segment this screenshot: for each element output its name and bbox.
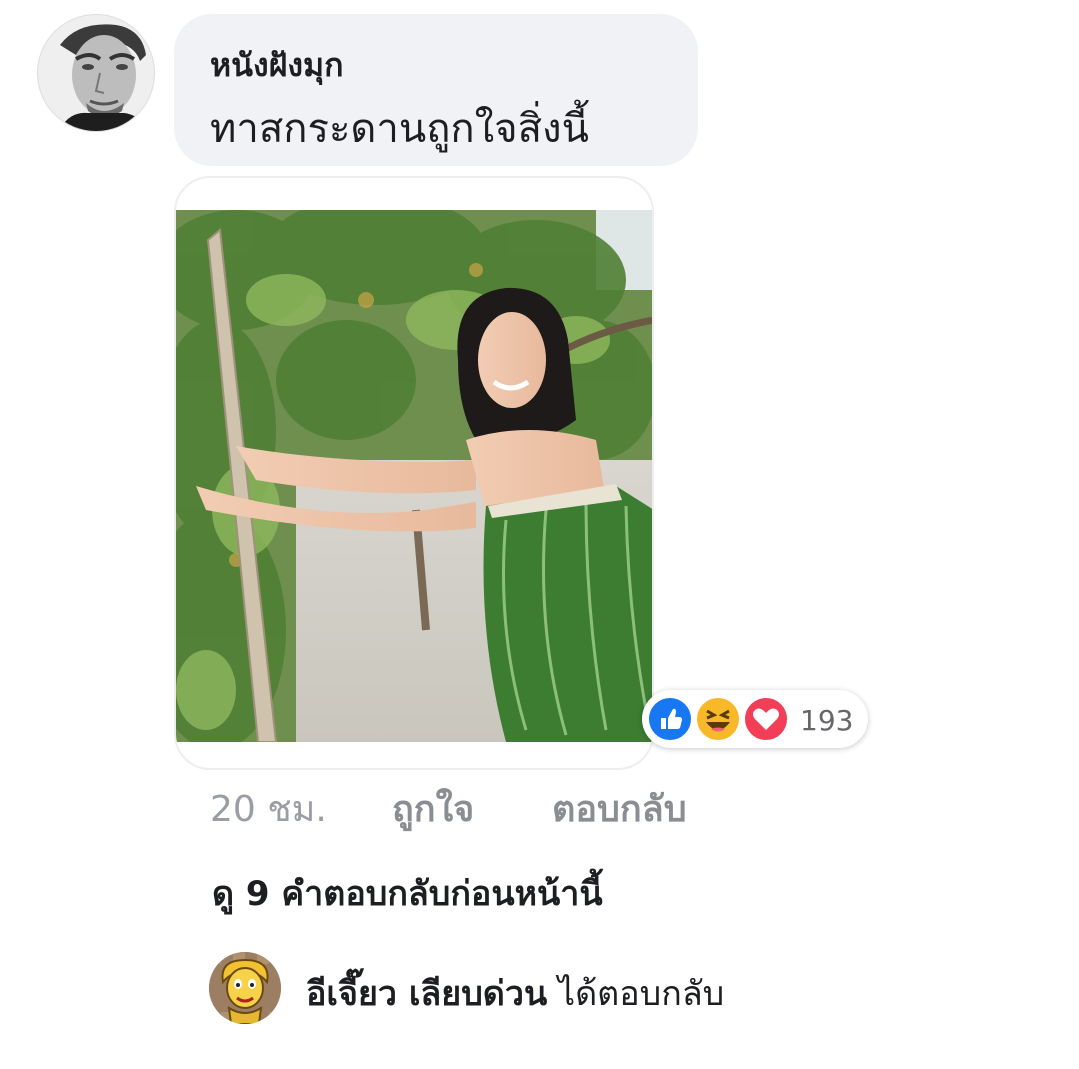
- commenter-avatar[interactable]: [37, 14, 155, 132]
- comment-photo[interactable]: [176, 210, 654, 742]
- reaction-count: 193: [800, 704, 854, 737]
- reply-avatar[interactable]: [209, 952, 281, 1024]
- comment-timestamp: 20 ชม.: [210, 789, 327, 830]
- like-icon: [646, 695, 694, 743]
- comment-author[interactable]: หนังฝังมุก: [210, 40, 343, 91]
- love-icon: [742, 695, 790, 743]
- reactions-summary[interactable]: 193: [642, 690, 868, 748]
- comment-photo-attachment[interactable]: [174, 176, 654, 770]
- comment-bubble: หนังฝังมุก ทาสกระดานถูกใจสิ่งนี้: [174, 14, 698, 166]
- reply-author[interactable]: อีเจี๊ยว เลียบด่วน: [306, 974, 547, 1014]
- reply-link[interactable]: ตอบกลับ: [552, 780, 687, 837]
- comment-text: ทาสกระดานถูกใจสิ่งนี้: [210, 106, 589, 152]
- like-link[interactable]: ถูกใจ: [392, 780, 474, 837]
- reply-preview[interactable]: อีเจี๊ยว เลียบด่วน ได้ตอบกลับ: [306, 966, 724, 1020]
- reply-action-text: ได้ตอบกลับ: [558, 974, 725, 1014]
- view-previous-replies-link[interactable]: ดู 9 คำตอบกลับก่อนหน้านี้: [212, 866, 603, 920]
- haha-icon: [694, 695, 742, 743]
